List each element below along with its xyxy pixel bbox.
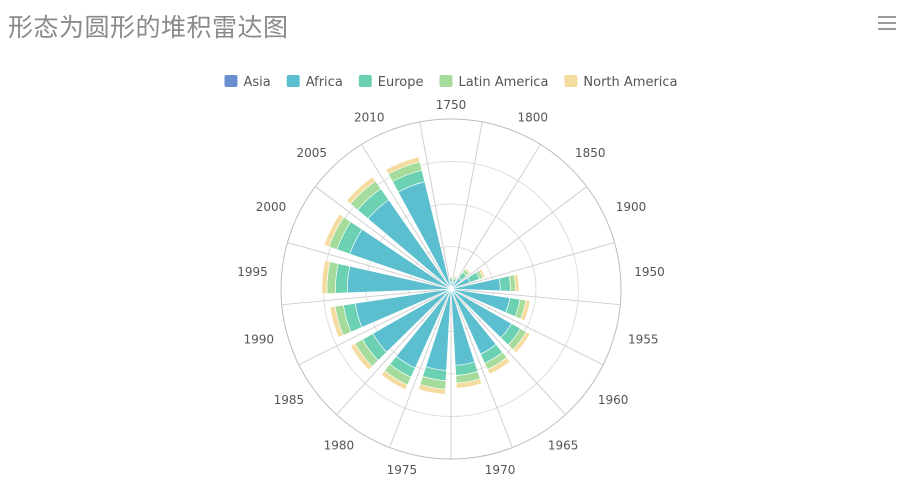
legend-swatch[interactable] <box>286 75 300 87</box>
angle-axis-label: 1970 <box>485 463 516 477</box>
angle-axis-label: 1955 <box>628 332 659 346</box>
angle-axis-label: 1990 <box>243 332 274 346</box>
polar-stacked-bar-chart: Asia Africa Europe Latin America North Ameri… <box>224 75 678 477</box>
angle-axis-label: 1750 <box>436 98 467 112</box>
polar-radial-line <box>450 186 587 290</box>
bar-segment[interactable] <box>449 278 453 283</box>
legend-label[interactable]: North America <box>583 75 677 90</box>
angle-axis-label: 1995 <box>237 265 268 279</box>
bar-segment[interactable] <box>449 281 453 286</box>
legend-swatch[interactable] <box>358 75 372 87</box>
angle-axis-label: 1960 <box>598 393 629 407</box>
legend-label[interactable]: Africa <box>306 75 343 90</box>
bar-segment[interactable] <box>498 275 511 292</box>
angle-axis-label: 2005 <box>296 146 327 160</box>
legend-swatch[interactable] <box>439 75 453 87</box>
angle-axis-label: 1900 <box>616 200 647 214</box>
angle-axis-label: 1965 <box>548 438 579 452</box>
angle-axis-label: 1975 <box>387 463 418 477</box>
legend-swatch[interactable] <box>224 75 238 87</box>
angle-axis-label: 1950 <box>634 265 665 279</box>
angle-axis-label: 1800 <box>517 110 548 124</box>
angle-axis-label: 1850 <box>575 146 606 160</box>
angle-axis-label: 1985 <box>274 393 305 407</box>
angle-axis-label: 2000 <box>256 200 287 214</box>
angle-axis-label: 2010 <box>354 110 385 124</box>
legend-label[interactable]: Europe <box>378 75 424 90</box>
legend-label[interactable]: Asia <box>243 75 270 90</box>
angle-axis-label: 1980 <box>324 438 355 452</box>
legend-swatch[interactable] <box>564 75 578 87</box>
legend-label[interactable]: Latin America <box>459 75 549 90</box>
bar-segment[interactable] <box>449 275 453 278</box>
